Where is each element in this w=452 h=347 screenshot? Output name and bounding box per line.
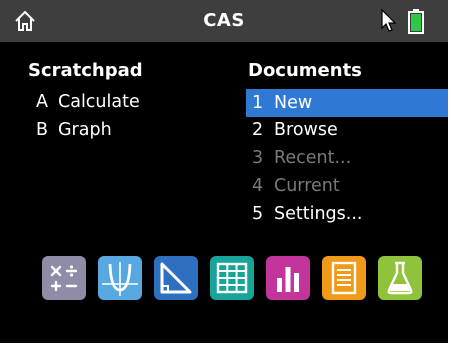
calculator-app-icon[interactable]: [42, 256, 86, 300]
documents-heading: Documents: [248, 60, 362, 81]
item-key: 1: [252, 93, 264, 113]
notes-app-icon[interactable]: [322, 256, 366, 300]
scratchpad-item-graph[interactable]: B Graph: [36, 120, 112, 140]
item-label: Calculate: [58, 92, 140, 112]
geometry-app-icon[interactable]: [154, 256, 198, 300]
scratchpad-heading: Scratchpad: [28, 60, 143, 81]
app-icon-row: [42, 256, 422, 302]
item-label: Browse: [274, 120, 338, 140]
item-label: Settings...: [274, 204, 363, 224]
documents-item-browse[interactable]: 2 Browse: [252, 120, 338, 140]
graphs-app-icon[interactable]: [98, 256, 142, 300]
documents-item-current: 4 Current: [252, 176, 340, 196]
item-label: Recent...: [274, 148, 352, 168]
item-label: Current: [274, 176, 340, 196]
item-key: 2: [252, 120, 264, 140]
item-label: Graph: [58, 120, 112, 140]
item-key: 5: [252, 204, 264, 224]
item-key: 4: [252, 176, 264, 196]
handheld-screen: CAS Scratchpad A Calculate B Graph Documen…: [0, 0, 452, 347]
pointer-cursor-icon: [381, 8, 397, 32]
item-key: A: [36, 92, 48, 112]
item-key: 3: [252, 148, 264, 168]
vernier-dataquest-app-icon[interactable]: [378, 256, 422, 300]
documents-item-recent: 3 Recent...: [252, 148, 351, 168]
item-key: B: [36, 120, 49, 140]
data-statistics-app-icon[interactable]: [266, 256, 310, 300]
documents-item-settings[interactable]: 5 Settings...: [252, 204, 362, 224]
title-bar: CAS: [0, 0, 448, 42]
documents-item-new[interactable]: 1 New: [246, 89, 448, 117]
lists-spreadsheet-app-icon[interactable]: [210, 256, 254, 300]
battery-icon: [408, 9, 424, 34]
scratchpad-item-calculate[interactable]: A Calculate: [36, 92, 140, 112]
item-label: New: [274, 93, 313, 113]
